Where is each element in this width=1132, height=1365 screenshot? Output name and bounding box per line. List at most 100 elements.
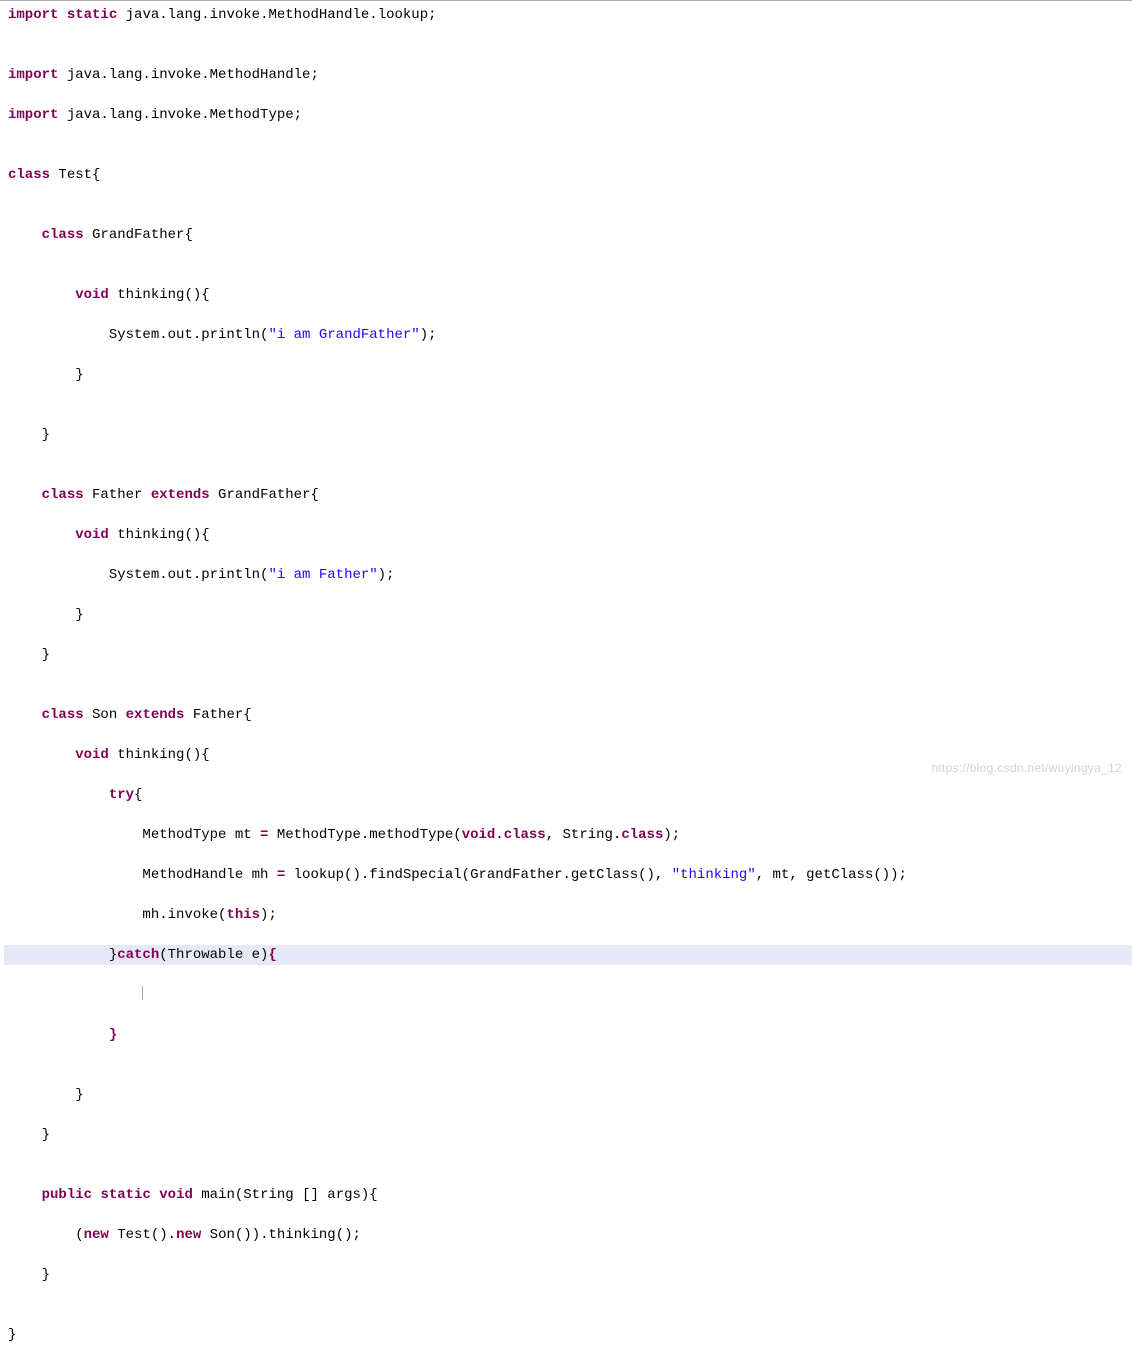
code-token: thinking(){: [109, 287, 210, 303]
code-line[interactable]: }: [4, 1265, 1132, 1285]
code-line[interactable]: import java.lang.invoke.MethodType;: [4, 105, 1132, 125]
code-token: }: [8, 1087, 84, 1103]
code-token: {: [134, 787, 142, 803]
watermark: https://blog.csdn.net/wuyingya_12: [931, 758, 1122, 778]
code-line[interactable]: void thinking(){: [4, 285, 1132, 305]
code-line[interactable]: import static java.lang.invoke.MethodHan…: [4, 5, 1132, 25]
code-token: System.out.println(: [8, 567, 268, 583]
code-token: "i am Father": [268, 567, 377, 583]
code-token: extends: [151, 487, 210, 503]
code-token: [92, 1187, 100, 1203]
code-token: [8, 1027, 109, 1043]
code-token: Father{: [184, 707, 251, 723]
code-token: );: [663, 827, 680, 843]
code-token: void: [159, 1187, 193, 1203]
code-line[interactable]: class Test{: [4, 165, 1132, 185]
code-line[interactable]: }: [4, 365, 1132, 385]
code-token: class: [621, 827, 663, 843]
code-token: extends: [126, 707, 185, 723]
code-token: public: [42, 1187, 92, 1203]
code-line[interactable]: public static void main(String [] args){: [4, 1185, 1132, 1205]
code-token: static: [100, 1187, 150, 1203]
code-token: [8, 707, 42, 723]
code-token: Test{: [50, 167, 100, 183]
code-token: [8, 987, 142, 1003]
code-token: =: [277, 867, 285, 883]
code-token: [8, 287, 75, 303]
code-token: }: [8, 607, 84, 623]
code-token: java.lang.invoke.MethodHandle.lookup;: [117, 7, 436, 23]
code-line[interactable]: }: [4, 425, 1132, 445]
code-token: MethodType.methodType(: [268, 827, 461, 843]
code-token: GrandFather{: [210, 487, 319, 503]
code-token: class: [8, 167, 50, 183]
code-token: try: [109, 787, 134, 803]
code-token: Son()).thinking();: [201, 1227, 361, 1243]
code-token: java.lang.invoke.MethodHandle;: [58, 67, 318, 83]
code-token: [8, 747, 75, 763]
code-token: class: [504, 827, 546, 843]
code-token: import: [8, 7, 58, 23]
code-line[interactable]: class GrandFather{: [4, 225, 1132, 245]
code-token: System.out.println(: [8, 327, 268, 343]
code-token: }: [8, 947, 117, 963]
code-token: }: [8, 1327, 16, 1343]
code-token: [8, 527, 75, 543]
code-token: this: [226, 907, 260, 923]
highlighted-code-line[interactable]: }catch(Throwable e){: [4, 945, 1132, 965]
code-editor[interactable]: import static java.lang.invoke.MethodHan…: [0, 0, 1132, 1365]
code-token: MethodHandle mh: [8, 867, 277, 883]
code-token: (: [8, 1227, 84, 1243]
code-line[interactable]: try{: [4, 785, 1132, 805]
code-line[interactable]: }: [4, 605, 1132, 625]
code-line[interactable]: MethodType mt = MethodType.methodType(vo…: [4, 825, 1132, 845]
code-token: [8, 227, 42, 243]
code-token: import: [8, 67, 58, 83]
code-token: GrandFather{: [84, 227, 193, 243]
code-line[interactable]: import java.lang.invoke.MethodHandle;: [4, 65, 1132, 85]
code-line[interactable]: void thinking(){: [4, 525, 1132, 545]
code-token: );: [260, 907, 277, 923]
code-line[interactable]: System.out.println("i am GrandFather");: [4, 325, 1132, 345]
code-line[interactable]: }: [4, 645, 1132, 665]
code-token: static: [67, 7, 117, 23]
code-token: }: [8, 1267, 50, 1283]
code-token: [58, 7, 66, 23]
code-token: [8, 1187, 42, 1203]
code-token: thinking(){: [109, 527, 210, 543]
code-token: void: [75, 747, 109, 763]
code-token: {: [268, 947, 276, 963]
code-line[interactable]: }: [4, 1085, 1132, 1105]
code-token: void: [75, 287, 109, 303]
code-token: }: [8, 367, 84, 383]
code-token: new: [176, 1227, 201, 1243]
code-line[interactable]: System.out.println("i am Father");: [4, 565, 1132, 585]
code-token: , mt, getClass());: [756, 867, 907, 883]
code-token: thinking(){: [109, 747, 210, 763]
code-line[interactable]: }: [4, 1025, 1132, 1045]
code-token: }: [109, 1027, 117, 1043]
code-line[interactable]: class Son extends Father{: [4, 705, 1132, 725]
code-line[interactable]: class Father extends GrandFather{: [4, 485, 1132, 505]
code-token: (Throwable e): [159, 947, 268, 963]
code-token: java.lang.invoke.MethodType;: [58, 107, 302, 123]
code-token: catch: [117, 947, 159, 963]
caret-icon: [142, 986, 143, 1000]
code-line[interactable]: MethodHandle mh = lookup().findSpecial(G…: [4, 865, 1132, 885]
code-token: [8, 487, 42, 503]
code-line[interactable]: }: [4, 1325, 1132, 1345]
code-token: Father: [84, 487, 151, 503]
code-token: );: [378, 567, 395, 583]
code-token: lookup().findSpecial(GrandFather.getClas…: [285, 867, 671, 883]
code-line[interactable]: mh.invoke(this);: [4, 905, 1132, 925]
code-token: MethodType mt: [8, 827, 260, 843]
code-line[interactable]: }: [4, 1125, 1132, 1145]
code-token: .: [495, 827, 503, 843]
code-line[interactable]: [4, 985, 1132, 1005]
code-token: class: [42, 487, 84, 503]
code-token: [151, 1187, 159, 1203]
code-token: void: [462, 827, 496, 843]
code-token: =: [260, 827, 268, 843]
code-line[interactable]: (new Test().new Son()).thinking();: [4, 1225, 1132, 1245]
code-token: "i am GrandFather": [268, 327, 419, 343]
